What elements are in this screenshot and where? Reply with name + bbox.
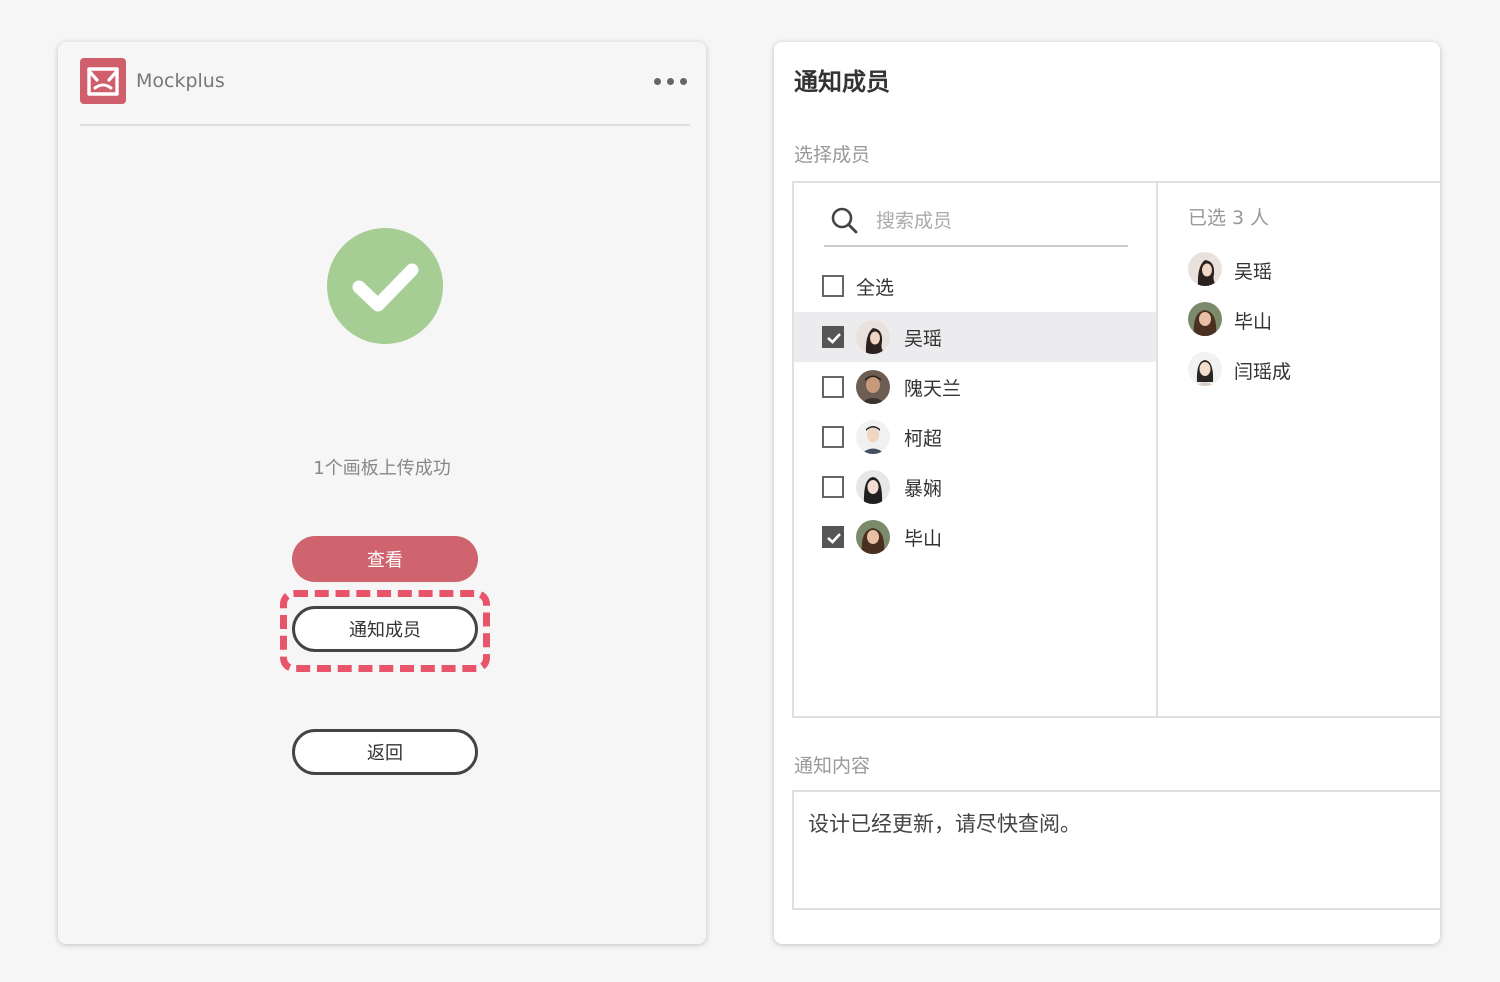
notify-content-label: 通知内容 (794, 755, 871, 777)
upload-success-message: 1个画板上传成功 (313, 458, 451, 479)
selected-member-item: 毕山 (1188, 299, 1440, 339)
avatar (856, 470, 890, 504)
member-name: 暴娴 (904, 478, 943, 500)
selected-member-item: 闫瑶成 (1188, 349, 1440, 389)
notify-content-input[interactable]: 设计已经更新，请尽快查阅。 (792, 790, 1440, 910)
panel-title: 通知成员 (794, 68, 890, 96)
selected-member-name: 毕山 (1234, 311, 1273, 333)
search-icon (831, 207, 858, 234)
avatar (1188, 302, 1222, 336)
upload-result-panel: Mockplus 1个画板上传成功 查看 通知成员 返回 (58, 42, 706, 944)
member-name: 吴瑶 (904, 328, 943, 350)
panel-header: Mockplus (80, 58, 690, 126)
brand-name: Mockplus (136, 70, 225, 92)
selected-member-name: 闫瑶成 (1234, 361, 1292, 383)
member-picker: 搜索成员 全选 吴瑶 隗天兰 柯超 暴娴 毕山 已选 3 人 吴瑶 毕山 闫瑶成 (792, 181, 1440, 718)
selected-members: 已选 3 人 吴瑶 毕山 闫瑶成 (1160, 183, 1440, 716)
member-row[interactable]: 隗天兰 (794, 362, 1156, 412)
check-circle-icon (327, 228, 443, 344)
avatar (856, 420, 890, 454)
selected-member-item: 吴瑶 (1188, 249, 1440, 289)
avatar (1188, 252, 1222, 286)
checkbox-icon[interactable] (822, 275, 844, 297)
selected-count: 已选 3 人 (1188, 207, 1270, 229)
notify-members-panel: 通知成员 选择成员 搜索成员 全选 吴瑶 隗天兰 柯超 暴娴 毕山 已选 3 人… (774, 42, 1440, 944)
select-members-label: 选择成员 (794, 144, 871, 166)
member-row[interactable]: 吴瑶 (794, 312, 1156, 362)
avatar (856, 370, 890, 404)
select-all-row[interactable]: 全选 (794, 261, 1156, 311)
member-list: 搜索成员 全选 吴瑶 隗天兰 柯超 暴娴 毕山 (794, 183, 1158, 716)
notify-members-button[interactable]: 通知成员 (292, 606, 478, 652)
search-placeholder: 搜索成员 (876, 210, 953, 232)
select-all-label: 全选 (856, 277, 895, 299)
member-name: 隗天兰 (904, 378, 962, 400)
checkbox-icon[interactable] (822, 476, 844, 498)
selected-member-name: 吴瑶 (1234, 261, 1273, 283)
mockplus-logo-icon (80, 58, 126, 104)
back-button[interactable]: 返回 (292, 729, 478, 775)
avatar (856, 520, 890, 554)
member-row[interactable]: 毕山 (794, 512, 1156, 562)
member-name: 柯超 (904, 428, 943, 450)
member-row[interactable]: 柯超 (794, 412, 1156, 462)
member-row[interactable]: 暴娴 (794, 462, 1156, 512)
checkbox-icon[interactable] (822, 376, 844, 398)
avatar (856, 320, 890, 354)
member-name: 毕山 (904, 528, 943, 550)
search-input[interactable]: 搜索成员 (824, 205, 1128, 247)
checkbox-icon[interactable] (822, 426, 844, 448)
view-button[interactable]: 查看 (292, 536, 478, 582)
more-icon[interactable] (654, 70, 688, 94)
checkbox-checked-icon[interactable] (822, 326, 844, 348)
checkbox-checked-icon[interactable] (822, 526, 844, 548)
avatar (1188, 352, 1222, 386)
notify-content-text: 设计已经更新，请尽快查阅。 (808, 812, 1081, 836)
